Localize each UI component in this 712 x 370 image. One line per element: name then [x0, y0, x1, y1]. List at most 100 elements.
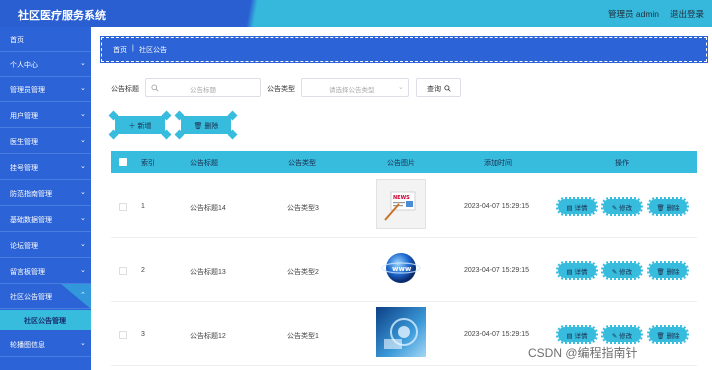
batch-delete-button[interactable]: 🗑 删除: [174, 110, 238, 140]
row-type: 公告类型1: [287, 333, 319, 340]
type-select-placeholder: 请选择公告类型: [329, 87, 375, 94]
row-time: 2023-04-07 15:29:15: [464, 331, 529, 338]
edit-button-label: 修改: [619, 205, 633, 212]
breadcrumb-home[interactable]: 首页: [113, 45, 127, 55]
column-header: 索引: [141, 160, 155, 167]
sidebar-item-home[interactable]: 首页: [0, 27, 91, 52]
row-title: 公告标题13: [190, 269, 226, 276]
sidebar-item-label: 留言板管理: [10, 269, 45, 276]
row-time: 2023-04-07 15:29:15: [464, 203, 529, 210]
column-header: 公告图片: [387, 160, 415, 167]
chevron-up-icon: ⌃: [80, 292, 86, 299]
row-title: 公告标题12: [190, 333, 226, 340]
delete-button-label: 删除: [666, 333, 680, 340]
delete-button[interactable]: 🗑 删除: [647, 261, 689, 280]
detail-button[interactable]: ▤ 详情: [556, 197, 598, 216]
trash-icon: 🗑: [656, 269, 667, 276]
chevron-down-icon: ⌄: [80, 111, 86, 118]
chevron-down-icon: ⌄: [398, 84, 404, 91]
sidebar-item-label: 社区公告管理: [10, 294, 52, 301]
batch-delete-button-label: 删除: [204, 123, 219, 130]
sidebar-item-label: 首页: [10, 37, 24, 44]
row-type: 公告类型3: [287, 205, 319, 212]
svg-text:www: www: [392, 265, 412, 273]
sidebar-item-label: 个人中心: [10, 62, 38, 69]
detail-button-label: 详情: [574, 269, 588, 276]
chevron-down-icon: ⌄: [80, 267, 86, 274]
row-checkbox[interactable]: [119, 267, 127, 275]
row-index: 1: [141, 203, 145, 210]
row-checkbox[interactable]: [119, 203, 127, 211]
chevron-down-icon: ⌄: [80, 60, 86, 67]
search-icon: [151, 84, 159, 92]
column-header: 公告标题: [190, 160, 218, 167]
edit-button[interactable]: ✎ 修改: [601, 325, 643, 344]
watermark: CSDN @编程指南针: [528, 346, 638, 360]
sidebar-item-label: 用户管理: [10, 113, 38, 120]
row-index: 3: [141, 331, 145, 338]
sidebar-item-label: 管理员管理: [10, 87, 45, 94]
sidebar-subitem-announcements[interactable]: 社区公告管理: [0, 310, 91, 330]
title-search-input[interactable]: 公告标题: [145, 78, 261, 97]
chevron-down-icon: ⌄: [80, 163, 86, 170]
trash-icon: 🗑: [656, 205, 667, 212]
sidebar-item-label: 轮播图信息: [10, 342, 45, 349]
delete-button-label: 删除: [666, 269, 680, 276]
detail-button[interactable]: ▤ 详情: [556, 325, 598, 344]
sidebar-item-registration[interactable]: 挂号管理 ⌄: [0, 155, 91, 180]
breadcrumb: 首页 | 社区公告: [100, 36, 708, 63]
select-all-checkbox[interactable]: [119, 158, 127, 166]
title-search-placeholder: 公告标题: [190, 87, 216, 94]
sidebar-item-label: 基础数据管理: [10, 217, 52, 224]
table-row: 1 公告标题14 公告类型3 NEWS 2023-04-07 15:29:15 …: [111, 174, 697, 238]
sidebar-item-doctors[interactable]: 医生管理 ⌄: [0, 129, 91, 154]
edit-button[interactable]: ✎ 修改: [601, 197, 643, 216]
news-thumbnail: NEWS: [376, 179, 426, 229]
query-button[interactable]: 查询: [416, 78, 461, 97]
sidebar-item-forum[interactable]: 论坛管理 ⌄: [0, 233, 91, 258]
search-icon: [444, 85, 451, 92]
svg-text:NEWS: NEWS: [393, 195, 410, 201]
sidebar-item-label: 论坛管理: [10, 243, 38, 250]
edit-button-label: 修改: [619, 333, 633, 340]
column-header: 添加时间: [484, 160, 512, 167]
row-index: 2: [141, 267, 145, 274]
delete-button-label: 删除: [666, 205, 680, 212]
type-select[interactable]: 请选择公告类型 ⌄: [301, 78, 409, 97]
app-title: 社区医疗服务系统: [18, 10, 106, 22]
row-title: 公告标题14: [190, 205, 226, 212]
sidebar-item-message-board[interactable]: 留言板管理 ⌄: [0, 259, 91, 284]
edit-button[interactable]: ✎ 修改: [601, 261, 643, 280]
row-time: 2023-04-07 15:29:15: [464, 267, 529, 274]
detail-button[interactable]: ▤ 详情: [556, 261, 598, 280]
current-user: 管理员 admin: [608, 9, 660, 19]
logout-link[interactable]: 退出登录: [670, 8, 704, 20]
chevron-down-icon: ⌄: [80, 189, 86, 196]
sidebar-item-carousel[interactable]: 轮播图信息 ⌄: [0, 332, 91, 357]
globe-thumbnail: www: [376, 245, 426, 295]
title-filter-label: 公告标题: [111, 86, 139, 93]
add-button[interactable]: ＋ 新增: [108, 110, 172, 140]
row-checkbox[interactable]: [119, 331, 127, 339]
delete-button[interactable]: 🗑 删除: [647, 197, 689, 216]
breadcrumb-separator: |: [132, 45, 134, 52]
sidebar-item-profile[interactable]: 个人中心 ⌄: [0, 52, 91, 77]
top-header: 社区医疗服务系统 管理员 admin 退出登录: [0, 0, 712, 27]
edit-button-label: 修改: [619, 269, 633, 276]
sidebar-item-basic-data[interactable]: 基础数据管理 ⌄: [0, 207, 91, 232]
table-row: 2 公告标题13 公告类型2 www 2023-04-07 15:29:15 ▤…: [111, 238, 697, 302]
add-button-label: 新增: [137, 123, 152, 130]
chevron-down-icon: ⌄: [80, 137, 86, 144]
detail-button-label: 详情: [574, 205, 588, 212]
chevron-down-icon: ⌄: [80, 340, 86, 347]
sidebar-item-announcements[interactable]: 社区公告管理 ⌃: [0, 284, 91, 309]
sidebar-item-users[interactable]: 用户管理 ⌄: [0, 103, 91, 128]
delete-button[interactable]: 🗑 删除: [647, 325, 689, 344]
sidebar-item-admins[interactable]: 管理员管理 ⌄: [0, 77, 91, 102]
sidebar-subitem-label: 社区公告管理: [24, 318, 66, 325]
trash-icon: 🗑: [193, 123, 205, 130]
sidebar-item-prevention-guide[interactable]: 防范指南管理 ⌄: [0, 181, 91, 206]
column-header: 操作: [615, 160, 629, 167]
row-type: 公告类型2: [287, 269, 319, 276]
query-button-label: 查询: [427, 86, 441, 93]
